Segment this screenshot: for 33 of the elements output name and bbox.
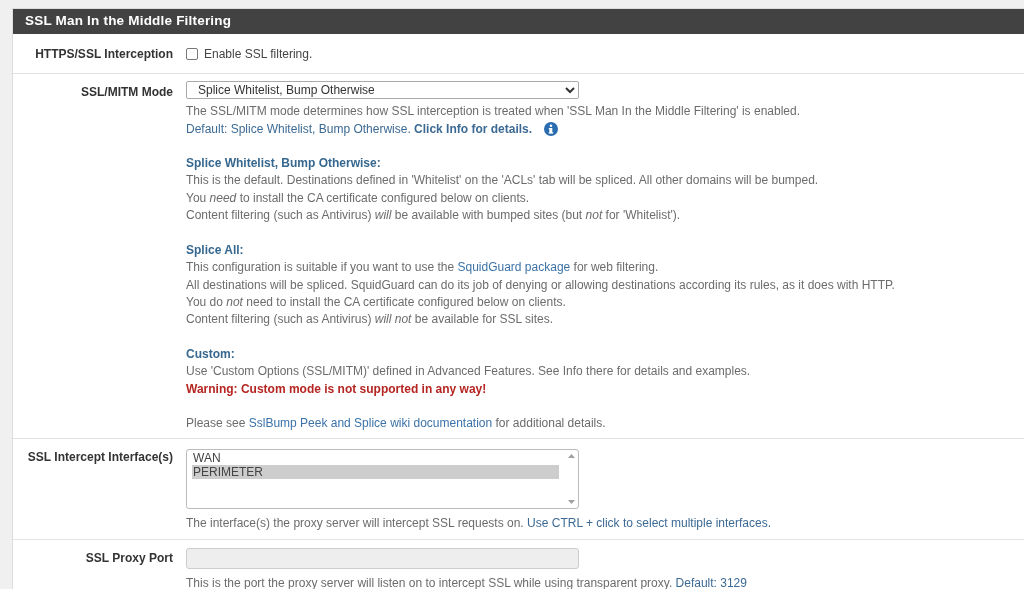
help-text: Default: Splice Whitelist, Bump Otherwise. Click Info for details.	[186, 120, 533, 138]
field-label: HTTPS/SSL Interception	[34, 46, 173, 64]
help-text: You need to install the CA certificate configured below on clients.	[186, 189, 531, 207]
info-icon[interactable]	[544, 122, 559, 137]
help-heading: Custom:	[186, 345, 236, 363]
checkbox[interactable]	[186, 48, 198, 61]
warning-text: Warning: Custom mode is not supported in any way!	[186, 380, 488, 398]
doc-link[interactable]: SquidGuard package	[457, 260, 571, 275]
field-label: SSL Proxy Port	[84, 549, 173, 567]
help-text: You do not need to install the CA certificate configured below on clients.	[186, 293, 567, 311]
help-heading: Splice Whitelist, Bump Otherwise:	[186, 155, 382, 173]
listbox-option[interactable]: PERIMETER	[192, 465, 559, 480]
interface-listbox[interactable]: WAN PERIMETER	[186, 449, 579, 510]
field-label: SSL Intercept Interface(s)	[26, 449, 173, 467]
listbox-option[interactable]: WAN	[192, 451, 559, 466]
help-text: This configuration is suitable if you want to use the SquidGuard package for web filtering.	[186, 259, 660, 277]
help-text: This is the default. Destinations defined in 'Whitelist' on the 'ACLs' tab will be spliced. All other domains will be bumped.	[186, 172, 820, 190]
help-heading: Splice All:	[186, 241, 245, 259]
help-text: This is the port the proxy server will listen on to intercept SSL while using transparent proxy. Default: 3129	[186, 574, 748, 589]
help-text: The SSL/MITM mode determines how SSL interception is treated when 'SSL Man In the Middle Filtering' is enabled.	[186, 103, 801, 121]
help-text: The interface(s) the proxy server will intercept SSL requests on. Use CTRL + click to select multiple interfaces.	[186, 515, 773, 533]
help-text: Please see SslBump Peek and Splice wiki documentation for additional details.	[186, 414, 607, 432]
mode-dropdown[interactable]: Splice Whitelist, Bump Otherwise	[186, 81, 579, 100]
help-text: Content filtering (such as Antivirus) will be available with bumped sites (but not for 'Whitelist').	[186, 207, 682, 225]
help-text: All destinations will be spliced. SquidGuard can do its job of denying or allowing destinations according its rules, as it does with HTTP.	[186, 276, 896, 294]
help-text: Use 'Custom Options (SSL/MITM)' defined in Advanced Features. See Info there for details and examples.	[186, 363, 752, 381]
doc-link[interactable]: SslBump Peek and Splice wiki documentation	[248, 415, 493, 430]
help-text: Content filtering (such as Antivirus) will not be available for SSL sites.	[186, 311, 555, 329]
field-label: SSL/MITM Mode	[80, 84, 173, 102]
scroll-up-icon[interactable]	[567, 454, 575, 459]
scroll-down-icon[interactable]	[567, 500, 575, 505]
panel-title: SSL Man In the Middle Filtering	[13, 9, 1024, 35]
checkbox-label: Enable SSL filtering.	[204, 46, 313, 64]
